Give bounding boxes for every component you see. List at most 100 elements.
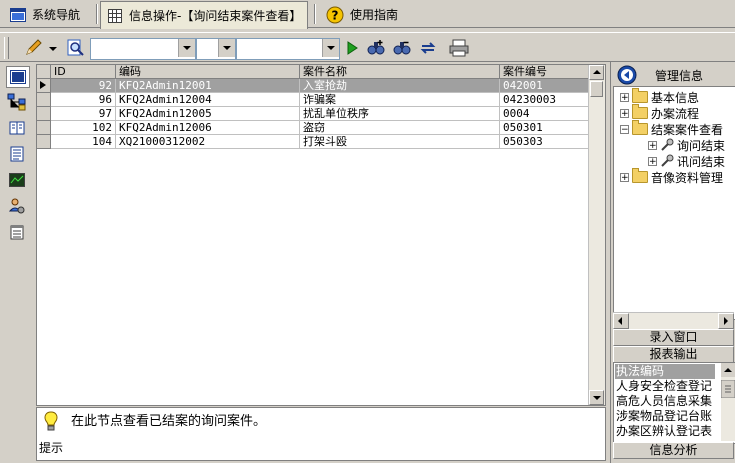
refresh-button[interactable] (418, 38, 438, 58)
column-header-case-name[interactable]: 案件名称 (300, 65, 500, 79)
list-item[interactable]: 涉案物品登记台账 (615, 409, 712, 424)
cell-code: KFQ2Admin12004 (116, 93, 300, 107)
tree-expander[interactable]: − (620, 124, 629, 134)
key-icon (661, 154, 674, 167)
org-chart-icon (7, 93, 26, 111)
search-remove-button[interactable] (392, 38, 412, 58)
toolbar (0, 32, 735, 62)
scroll-grip-icon[interactable] (720, 379, 735, 399)
tab-info-operation[interactable]: 信息操作-【询问结束案件查看】 (100, 1, 309, 29)
tree-node-label: 结案案件查看 (651, 122, 724, 137)
entry-window-bar[interactable]: 录入窗口 (613, 329, 734, 346)
row-indicator (37, 121, 51, 135)
view-tree-button[interactable] (6, 92, 28, 112)
column-header-code[interactable]: 编码 (116, 65, 300, 79)
view-chart-button[interactable] (6, 170, 28, 190)
tree-node-case-flow[interactable]: + 办案流程 (620, 104, 699, 121)
hint-label: 提示 (39, 441, 64, 455)
scroll-thumb[interactable] (590, 81, 603, 97)
tab-user-guide[interactable]: ? 使用指南 (320, 2, 404, 27)
notepad-icon (10, 225, 24, 240)
case-data-grid[interactable]: ID 编码 案件名称 案件编号 92 KFQ2Admin12001 入室抢劫 0… (36, 64, 606, 406)
tree-expander[interactable]: + (620, 92, 629, 102)
list-item[interactable]: 执法编码 (615, 364, 715, 379)
printer-icon (449, 39, 469, 57)
grid-vertical-scrollbar[interactable] (588, 65, 605, 405)
info-analysis-bar[interactable]: 信息分析 (613, 442, 734, 459)
view-user-settings-button[interactable] (6, 196, 28, 216)
list-item[interactable]: 人身安全检查登记 (615, 379, 712, 394)
list-item[interactable]: 办案区辨认登记表 (615, 424, 712, 439)
column-header-case-number[interactable]: 案件编号 (500, 65, 589, 79)
row-indicator (37, 107, 51, 121)
cell-case-name: 入室抢劫 (300, 79, 500, 93)
cell-case-number: 050301 (500, 121, 589, 135)
cell-id: 92 (51, 79, 116, 93)
folder-icon (632, 120, 648, 135)
table-row[interactable]: 97 KFQ2Admin12005 扰乱单位秩序 0004 (37, 107, 589, 121)
tree-node-label: 讯问结束 (677, 154, 726, 169)
edit-pencil-button[interactable] (24, 38, 44, 58)
tree-expander[interactable]: + (620, 108, 629, 118)
combo-arrow[interactable] (178, 39, 195, 57)
book-icon (9, 121, 25, 135)
chevron-down-icon (49, 47, 57, 51)
table-row[interactable]: 92 KFQ2Admin12001 入室抢劫 042001 (37, 79, 589, 93)
scroll-up-button[interactable] (589, 65, 604, 80)
toolbar-grip[interactable] (4, 37, 9, 59)
tree-expander[interactable]: + (648, 140, 657, 150)
view-window-button[interactable] (6, 66, 30, 88)
folder-icon (632, 88, 648, 103)
pencil-icon (26, 39, 42, 55)
view-document-button[interactable] (6, 144, 28, 164)
preview-button[interactable] (66, 38, 86, 58)
user-gear-icon (8, 198, 25, 214)
cell-code: KFQ2Admin12001 (116, 79, 300, 93)
view-book-button[interactable] (6, 118, 28, 138)
hint-text: 在此节点查看已结案的询问案件。 (71, 414, 267, 429)
list-vertical-scrollbar[interactable] (720, 363, 735, 441)
filter-combo-2[interactable] (196, 38, 236, 60)
binoculars-plus-icon (367, 40, 385, 55)
pencil-dropdown-button[interactable] (48, 38, 58, 58)
table-row[interactable]: 104 XQ21000312002 打架斗殴 050303 (37, 135, 589, 149)
report-output-bar[interactable]: 报表输出 (613, 346, 734, 363)
scroll-down-button[interactable] (589, 390, 604, 405)
nav-tree[interactable]: + 基本信息 + 办案流程 − 结案案件查看 + 询问结束 + 讯问结束 + 音… (613, 86, 735, 320)
scroll-left-button[interactable] (613, 313, 629, 329)
cell-case-number: 050303 (500, 135, 589, 149)
tree-node-media-management[interactable]: + 音像资料管理 (620, 168, 723, 185)
combo-arrow[interactable] (218, 39, 235, 57)
cell-code: KFQ2Admin12005 (116, 107, 300, 121)
cell-case-number: 042001 (500, 79, 589, 93)
tab-system-nav[interactable]: 系统导航 (4, 2, 86, 27)
list-item[interactable]: 高危人员信息采集 (615, 394, 712, 409)
tab-label: 系统导航 (32, 8, 81, 22)
tree-node-closed-cases[interactable]: − 结案案件查看 (620, 120, 724, 137)
report-list[interactable]: 执法编码 人身安全检查登记 高危人员信息采集 涉案物品登记台账 办案区辨认登记表 (613, 362, 735, 444)
table-row[interactable]: 102 KFQ2Admin12006 盗窃 050301 (37, 121, 589, 135)
tree-node-inquiry-finished[interactable]: + 询问结束 (648, 137, 725, 153)
search-add-button[interactable] (366, 38, 386, 58)
column-header-id[interactable]: ID (51, 65, 116, 79)
row-pointer-icon (40, 81, 46, 89)
combo-arrow[interactable] (322, 39, 339, 57)
tree-node-basic-info[interactable]: + 基本信息 (620, 88, 699, 105)
back-circle-icon[interactable] (617, 65, 637, 85)
chevron-up-icon[interactable] (721, 363, 735, 377)
document-icon (10, 146, 24, 162)
row-indicator (37, 79, 51, 93)
scroll-right-button[interactable] (718, 313, 734, 329)
tree-node-interrogation-finished[interactable]: + 讯问结束 (648, 153, 725, 169)
run-button[interactable] (342, 38, 362, 58)
table-row[interactable]: 96 KFQ2Admin12004 诈骗案 04230003 (37, 93, 589, 107)
view-notes-button[interactable] (6, 222, 28, 242)
tree-expander[interactable]: + (620, 172, 629, 182)
tree-horizontal-scrollbar[interactable] (613, 312, 734, 329)
left-icon-strip (2, 64, 32, 460)
filter-combo-1[interactable] (90, 38, 196, 60)
filter-combo-3[interactable] (236, 38, 340, 60)
refresh-icon (420, 42, 436, 54)
tree-expander[interactable]: + (648, 156, 657, 166)
print-button[interactable] (448, 38, 469, 58)
